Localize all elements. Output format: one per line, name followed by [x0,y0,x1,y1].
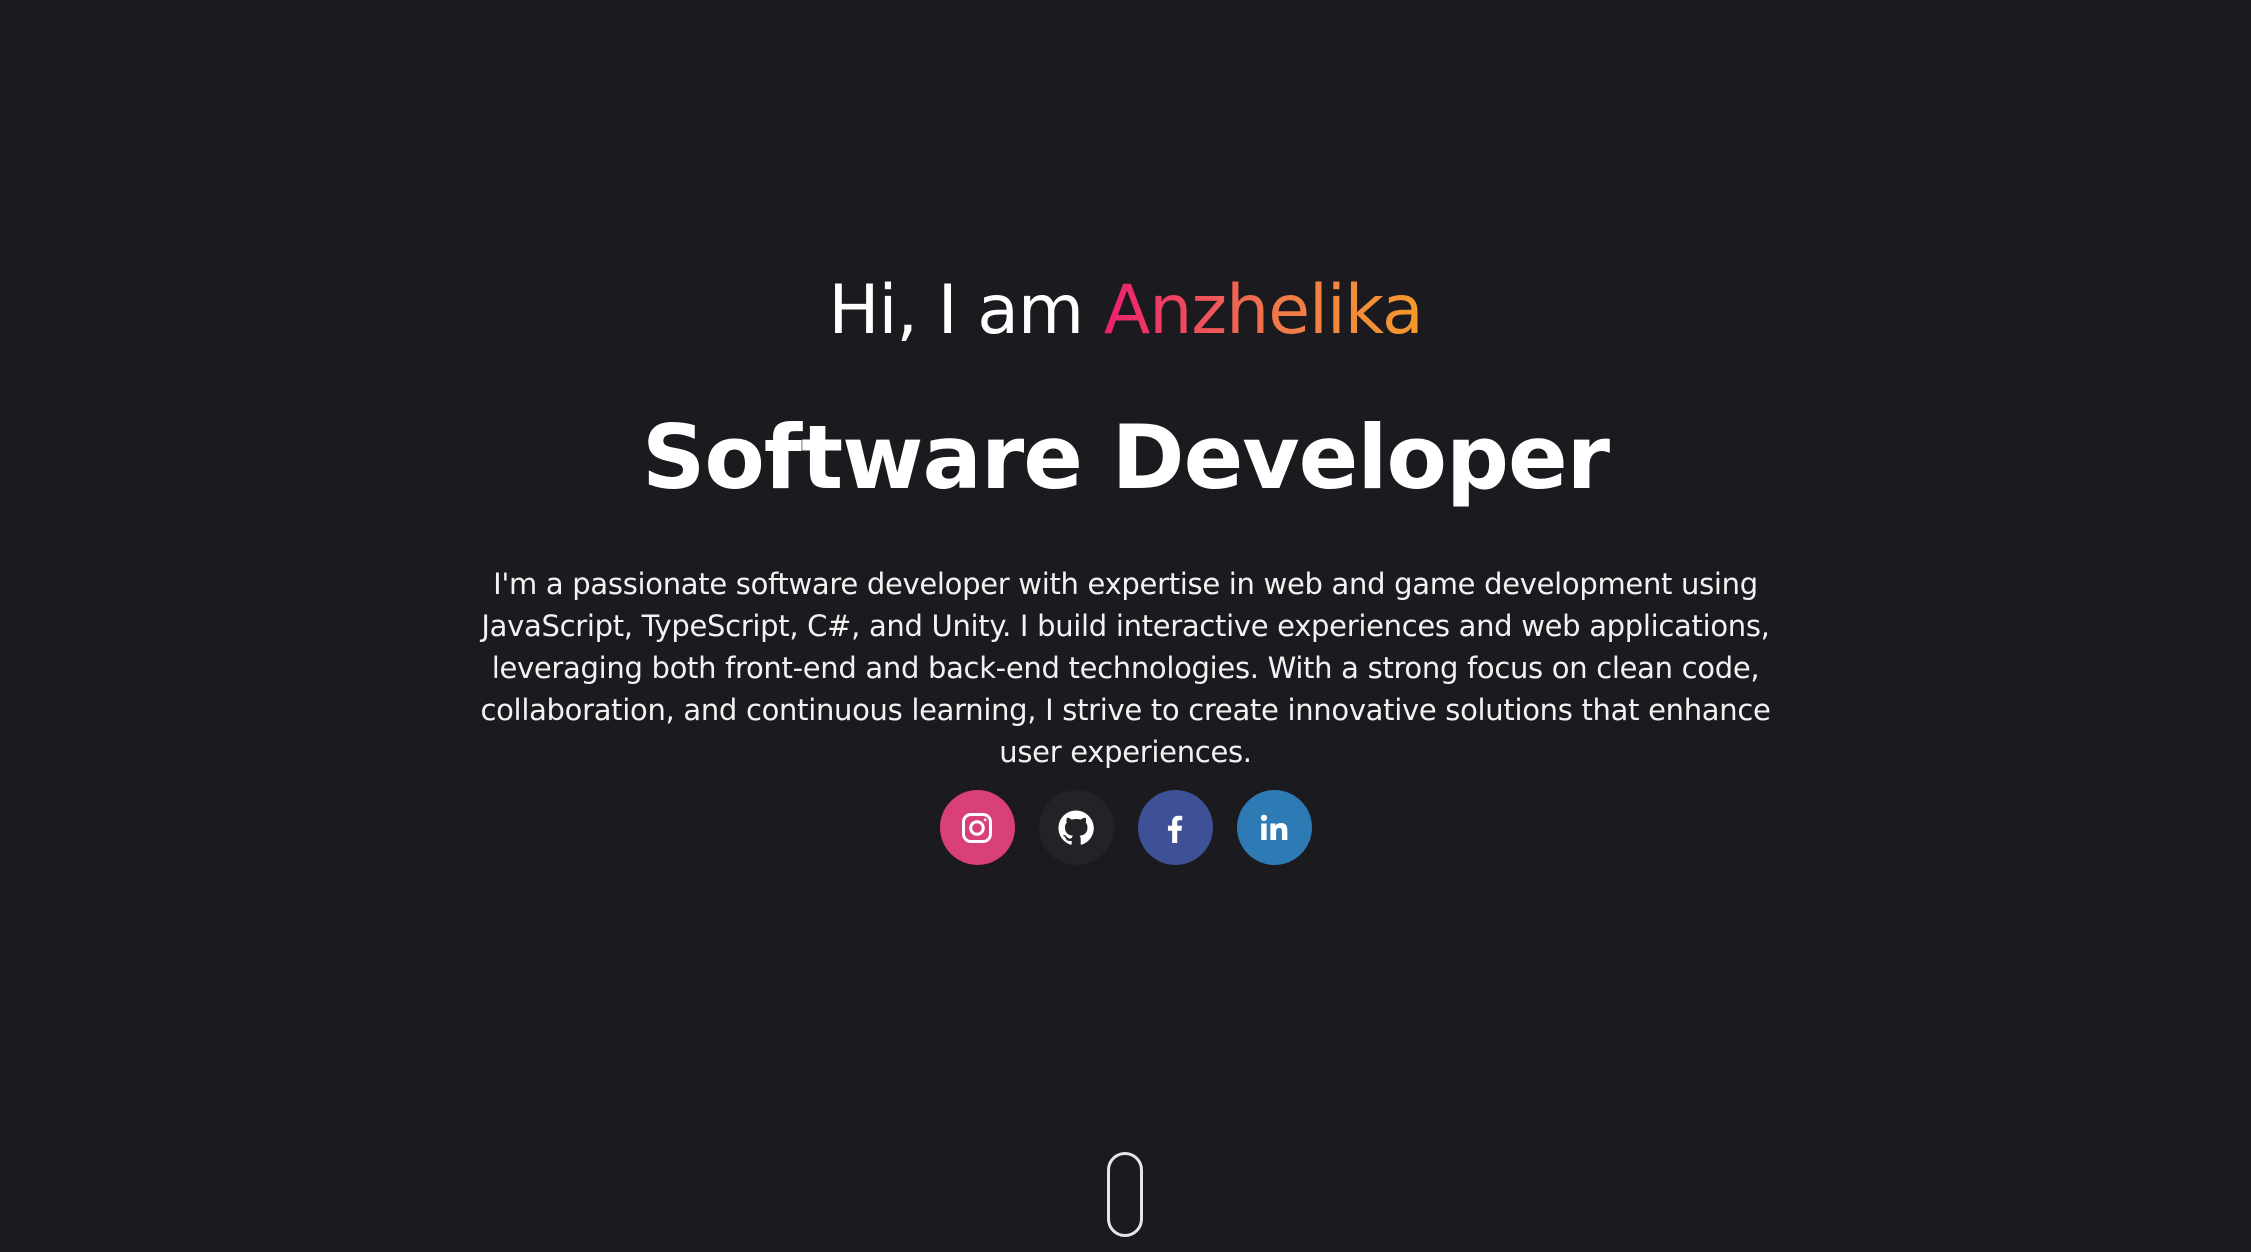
instagram-link[interactable] [939,790,1015,865]
greeting-heading: Hi, I am Anzhelika [0,270,2251,352]
social-links [0,790,2251,865]
facebook-icon [1167,815,1183,843]
name-highlight: Anzhelika [1103,271,1424,350]
greeting-prefix: Hi, I am [828,271,1104,350]
instagram-icon [962,812,992,843]
github-icon [1058,810,1094,845]
github-link[interactable] [1038,790,1114,865]
linkedin-link[interactable] [1236,790,1312,865]
hero-section: Hi, I am Anzhelika Software Developer I'… [0,0,2251,1252]
bio-paragraph: I'm a passionate software developer with… [480,567,1771,769]
facebook-link[interactable] [1137,790,1213,865]
linkedin-icon [1260,814,1288,840]
role-title: Software Developer [641,406,1610,509]
scroll-down-indicator[interactable] [1107,1152,1143,1237]
